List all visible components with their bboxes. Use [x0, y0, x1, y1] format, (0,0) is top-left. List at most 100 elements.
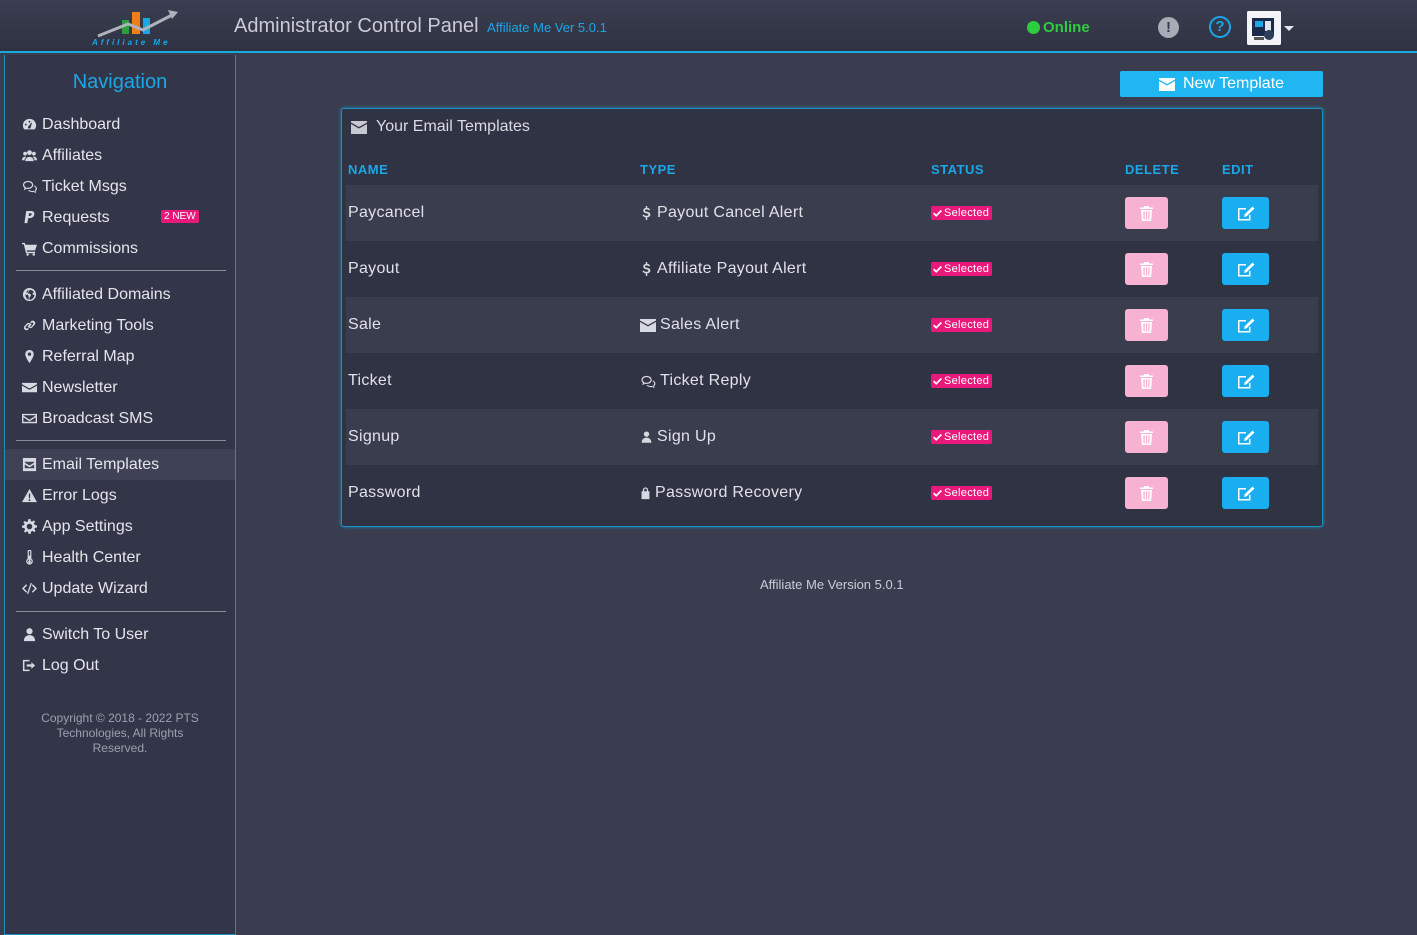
avatar[interactable]	[1247, 11, 1281, 45]
sidebar-item-app-settings[interactable]: App Settings	[5, 511, 235, 542]
sidebar-item-switch-to-user[interactable]: Switch To User	[5, 619, 235, 650]
delete-button[interactable]	[1125, 365, 1168, 397]
sidebar-divider	[16, 270, 226, 271]
code-icon	[21, 581, 37, 597]
edit-button[interactable]	[1222, 197, 1269, 229]
sidebar-item-label: Affiliates	[42, 146, 103, 164]
edit-button[interactable]	[1222, 253, 1269, 285]
sidebar-item-broadcast-sms[interactable]: Broadcast SMS	[5, 403, 235, 434]
template-type: Ticket Reply	[640, 353, 751, 409]
edit-icon	[1237, 486, 1254, 500]
template-name: Sale	[348, 316, 382, 333]
check-icon	[933, 433, 942, 441]
delete-button[interactable]	[1125, 253, 1168, 285]
column-header-status[interactable]: STATUS	[931, 162, 984, 177]
check-icon	[933, 489, 942, 497]
online-status: Online	[1027, 19, 1090, 36]
sidebar: Navigation Dashboard Affiliates Ticket M…	[4, 55, 236, 935]
edit-button[interactable]	[1222, 309, 1269, 341]
sidebar-item-label: Marketing Tools	[42, 316, 154, 334]
sidebar-item-label: Email Templates	[42, 455, 160, 473]
sidebar-item-label: Switch To User	[42, 625, 149, 643]
question-icon[interactable]: ?	[1209, 16, 1231, 38]
sidebar-item-newsletter[interactable]: Newsletter	[5, 372, 235, 403]
status-badge: Selected	[931, 318, 993, 332]
sidebar-item-label: Commissions	[42, 239, 139, 257]
column-header-delete[interactable]: DELETE	[1125, 162, 1179, 177]
footer-version: Affiliate Me Version 5.0.1	[760, 577, 904, 592]
status-badge: Selected	[931, 206, 993, 220]
new-requests-badge: 2 NEW	[161, 210, 199, 223]
table-row: Signup Sign Up Selected	[346, 409, 1318, 465]
logo-text: Affiliate Me	[92, 38, 171, 47]
user-icon	[640, 430, 653, 444]
column-header-name[interactable]: NAME	[348, 162, 388, 177]
exclamation-icon[interactable]: !	[1158, 17, 1179, 38]
map-marker-icon	[21, 349, 37, 365]
sidebar-item-ticket-msgs[interactable]: Ticket Msgs	[5, 171, 235, 202]
panel-title: Your Email Templates	[376, 118, 530, 135]
sidebar-item-update-wizard[interactable]: Update Wizard	[5, 573, 235, 604]
trash-icon	[1140, 205, 1153, 221]
template-type-label: Password Recovery	[655, 484, 803, 501]
template-type: Sales Alert	[640, 297, 740, 353]
sidebar-item-label: Referral Map	[42, 347, 135, 365]
status-badge-label: Selected	[944, 207, 990, 219]
trash-icon	[1140, 429, 1153, 445]
template-type: Payout Cancel Alert	[640, 185, 803, 241]
sidebar-item-error-logs[interactable]: Error Logs	[5, 480, 235, 511]
status-badge-label: Selected	[944, 487, 990, 499]
sidebar-item-requests[interactable]: Requests 2 NEW	[5, 202, 235, 233]
link-icon	[21, 318, 37, 334]
sidebar-title: Navigation	[72, 71, 168, 93]
sidebar-item-label: Newsletter	[42, 378, 118, 396]
sign-out-icon	[21, 658, 37, 674]
sidebar-item-label: Dashboard	[42, 115, 121, 133]
delete-button[interactable]	[1125, 421, 1168, 453]
sidebar-item-affiliates[interactable]: Affiliates	[5, 140, 235, 171]
status-badge-label: Selected	[944, 263, 990, 275]
delete-button[interactable]	[1125, 197, 1168, 229]
edit-button[interactable]	[1222, 421, 1269, 453]
brand-logo[interactable]: Affiliate Me	[88, 6, 192, 48]
delete-button[interactable]	[1125, 309, 1168, 341]
check-icon	[933, 209, 942, 217]
edit-button[interactable]	[1222, 477, 1269, 509]
chart-logo-icon	[97, 10, 178, 38]
table-row: Paycancel Payout Cancel Alert Selected	[346, 185, 1318, 241]
sidebar-item-referral-map[interactable]: Referral Map	[5, 341, 235, 372]
sidebar-item-dashboard[interactable]: Dashboard	[5, 109, 235, 140]
template-name: Signup	[348, 428, 400, 445]
template-type: Affiliate Payout Alert	[640, 241, 807, 297]
sidebar-item-label: Error Logs	[42, 486, 117, 504]
avatar-image-icon	[1247, 11, 1281, 45]
status-badge-label: Selected	[944, 431, 990, 443]
edit-button[interactable]	[1222, 365, 1269, 397]
sidebar-item-log-out[interactable]: Log Out	[5, 650, 235, 681]
template-type: Password Recovery	[640, 465, 802, 521]
sidebar-item-health-center[interactable]: Health Center	[5, 542, 235, 573]
column-header-edit[interactable]: EDIT	[1222, 162, 1254, 177]
template-type-label: Payout Cancel Alert	[657, 204, 804, 221]
trash-icon	[1140, 485, 1153, 501]
table-row: Ticket Ticket Reply Selected	[346, 353, 1318, 409]
status-badge-label: Selected	[944, 319, 990, 331]
column-header-type[interactable]: TYPE	[640, 162, 676, 177]
status-dot-icon	[1027, 21, 1040, 34]
check-icon	[933, 265, 942, 273]
check-icon	[933, 377, 942, 385]
sidebar-item-email-templates[interactable]: Email Templates	[5, 449, 235, 480]
sidebar-item-commissions[interactable]: Commissions	[5, 233, 235, 264]
delete-button[interactable]	[1125, 477, 1168, 509]
envelope-icon	[640, 318, 656, 332]
new-template-button[interactable]: New Template	[1120, 71, 1323, 97]
sidebar-item-marketing-tools[interactable]: Marketing Tools	[5, 310, 235, 341]
chevron-down-icon[interactable]	[1284, 26, 1294, 31]
table-row: Sale Sales Alert Selected	[346, 297, 1318, 353]
sidebar-item-affiliated-domains[interactable]: Affiliated Domains	[5, 279, 235, 310]
template-type-label: Sales Alert	[660, 316, 740, 333]
cog-icon	[21, 519, 37, 535]
sidebar-item-label: Health Center	[42, 548, 141, 566]
status-badge: Selected	[931, 262, 993, 276]
envelope-icon	[21, 380, 37, 396]
